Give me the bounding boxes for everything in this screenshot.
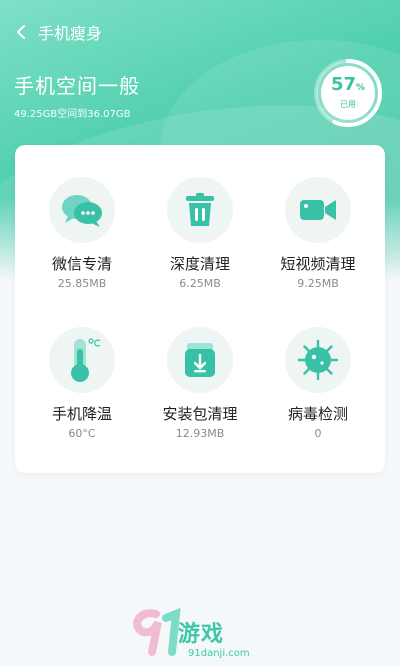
tool-label: 微信专清 bbox=[51, 255, 112, 273]
tool-label: 手机降温 bbox=[51, 405, 112, 423]
usage-label: 已用 bbox=[340, 100, 356, 109]
usage-percent-value: 57 bbox=[330, 74, 357, 95]
tool-package-clean[interactable]: 安装包清理 12.93MB bbox=[141, 327, 259, 457]
tool-wechat-clean[interactable]: 微信专清 25.85MB bbox=[23, 177, 141, 307]
tool-value: 6.25MB bbox=[179, 277, 221, 290]
tools-card: 微信专清 25.85MB 深度清理 6.25MB 短视频清理 9.25MB 手机… bbox=[15, 145, 385, 473]
tool-short-video-clean[interactable]: 短视频清理 9.25MB bbox=[259, 177, 377, 307]
storage-status-title: 手机空间一般 bbox=[14, 74, 140, 98]
tool-value: 60°C bbox=[68, 427, 96, 440]
tool-label: 安装包清理 bbox=[162, 405, 238, 423]
trash-icon bbox=[186, 193, 214, 226]
storage-summary: 手机空间一般 49.25GB空间到36.07GB bbox=[14, 70, 140, 120]
video-camera-icon bbox=[300, 200, 336, 220]
gauge-center: 57% 已用 bbox=[321, 66, 375, 120]
icon-circle bbox=[167, 327, 233, 393]
back-button[interactable] bbox=[4, 16, 38, 48]
tool-value: 25.85MB bbox=[57, 277, 107, 290]
icon-circle bbox=[285, 327, 351, 393]
watermark-text: 游戏 bbox=[178, 622, 225, 647]
storage-status-detail: 49.25GB空间到36.07GB bbox=[14, 109, 131, 120]
thermometer-icon bbox=[71, 338, 101, 382]
page-title: 手机瘦身 bbox=[38, 24, 103, 43]
tool-value: 12.93MB bbox=[175, 427, 225, 440]
usage-percent: 57% bbox=[331, 76, 365, 97]
chevron-left-icon bbox=[17, 25, 25, 39]
icon-circle bbox=[49, 177, 115, 243]
tool-value: 0 bbox=[314, 427, 322, 440]
tool-label: 短视频清理 bbox=[280, 255, 356, 273]
watermark-url: 91danji.com bbox=[188, 648, 250, 659]
top-bar: 手机瘦身 bbox=[0, 16, 400, 48]
icon-circle bbox=[285, 177, 351, 243]
tool-deep-clean[interactable]: 深度清理 6.25MB bbox=[141, 177, 259, 307]
virus-icon bbox=[297, 339, 339, 381]
storage-usage-gauge: 57% 已用 bbox=[312, 57, 384, 129]
tool-virus-scan[interactable]: 病毒检测 0 bbox=[259, 327, 377, 457]
tool-phone-cooling[interactable]: 手机降温 60°C bbox=[23, 327, 141, 457]
tool-label: 深度清理 bbox=[169, 255, 230, 273]
package-icon bbox=[185, 343, 215, 377]
wechat-icon bbox=[62, 195, 102, 227]
usage-percent-unit: % bbox=[356, 83, 366, 93]
icon-circle bbox=[49, 327, 115, 393]
tool-value: 9.25MB bbox=[297, 277, 339, 290]
tool-label: 病毒检测 bbox=[287, 405, 348, 423]
icon-circle bbox=[167, 177, 233, 243]
